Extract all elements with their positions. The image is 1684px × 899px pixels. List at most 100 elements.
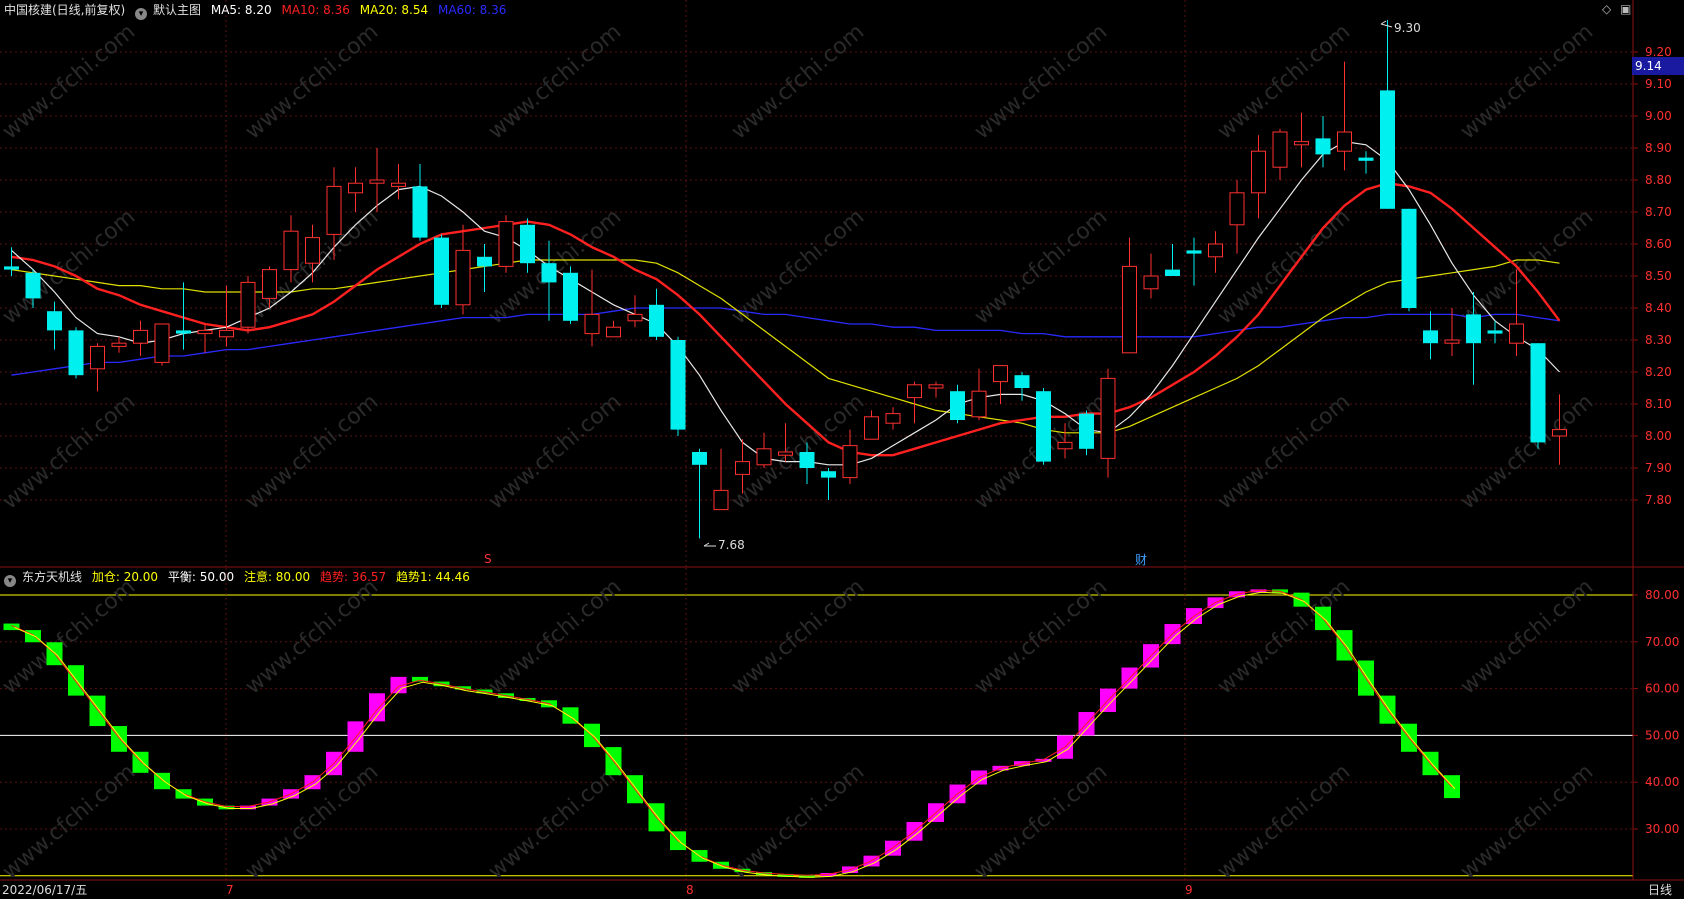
candle[interactable] [1036, 388, 1051, 465]
watermark-text: www.cfchi.com [1213, 759, 1355, 884]
candle[interactable] [197, 324, 213, 353]
candle[interactable] [1337, 61, 1352, 171]
candle[interactable] [348, 167, 363, 212]
candle[interactable] [821, 468, 836, 500]
osc-trend1-line [14, 591, 1456, 878]
osc-attention-value: 注意: 80.00 [243, 570, 311, 584]
candle[interactable] [692, 448, 707, 539]
watermark-text: www.cfchi.com [1456, 759, 1598, 884]
watermark-text: www.cfchi.com [0, 19, 140, 144]
watermark-text: www.cfchi.com [241, 19, 383, 144]
watermark-text: www.cfchi.com [970, 19, 1112, 144]
candle[interactable] [111, 336, 127, 353]
watermark-text: www.cfchi.com [484, 574, 626, 699]
candle[interactable] [1315, 116, 1331, 168]
candle[interactable] [993, 365, 1008, 404]
candle[interactable] [1272, 128, 1288, 180]
watermark-text: www.cfchi.com [970, 204, 1112, 329]
candle[interactable] [455, 224, 471, 315]
candle[interactable] [68, 327, 84, 379]
candle[interactable] [1186, 237, 1202, 286]
ma20-value: MA20: 8.54 [359, 3, 429, 17]
watermark-text: www.cfchi.com [727, 204, 869, 329]
current-price-tag: 9.14 [1632, 57, 1684, 75]
candle[interactable] [434, 234, 449, 308]
watermark-text: www.cfchi.com [970, 759, 1112, 884]
window-icon[interactable]: ▣ [1620, 2, 1631, 16]
candle[interactable] [1358, 151, 1374, 174]
main-chart-header: 中国核建(日线,前复权) ▾ 默认主图 MA5: 8.20 MA10: 8.36 … [4, 0, 512, 20]
watermark-text: www.cfchi.com [241, 389, 383, 514]
price-tick-label: 8.50 [1645, 269, 1672, 283]
dropdown-icon[interactable]: ▾ [135, 8, 148, 20]
candle[interactable] [563, 266, 578, 324]
candle[interactable] [971, 368, 987, 420]
period-label[interactable]: 日线 [1648, 881, 1672, 899]
candle[interactable] [864, 410, 879, 440]
oscillator-series[interactable] [3, 589, 1461, 878]
candle[interactable] [1401, 208, 1417, 312]
watermark-text: www.cfchi.com [727, 19, 869, 144]
candle[interactable] [1079, 410, 1094, 456]
candle[interactable] [1143, 253, 1159, 299]
candle[interactable] [627, 295, 643, 328]
candle[interactable] [133, 320, 148, 356]
price-tick-label: 9.00 [1645, 109, 1672, 123]
osc-tick-label: 70.00 [1645, 635, 1679, 649]
candle[interactable] [498, 215, 514, 273]
watermark-text: www.cfchi.com [484, 389, 626, 514]
candle[interactable] [950, 384, 965, 424]
diamond-icon[interactable]: ◇ [1602, 2, 1611, 16]
price-tick-label: 8.40 [1645, 301, 1672, 315]
candle[interactable] [90, 343, 105, 392]
candle[interactable] [1100, 368, 1116, 478]
candle[interactable] [1122, 237, 1137, 354]
candle[interactable] [928, 381, 944, 398]
candle[interactable] [1530, 343, 1546, 449]
candle[interactable] [240, 276, 256, 334]
watermark-text: www.cfchi.com [1213, 19, 1355, 144]
dropdown-icon[interactable]: ▾ [4, 575, 16, 587]
price-tick-label: 8.10 [1645, 397, 1672, 411]
price-tick-label: 7.90 [1645, 461, 1672, 475]
candle[interactable] [670, 336, 686, 436]
candle[interactable] [885, 407, 901, 430]
ma10-value: MA10: 8.36 [281, 3, 350, 17]
candle[interactable] [649, 288, 664, 340]
watermark-text: www.cfchi.com [1213, 389, 1355, 514]
price-tick-label: 8.00 [1645, 429, 1672, 443]
low-price-label: 7.68 [718, 538, 745, 552]
watermark-text: www.cfchi.com [484, 19, 626, 144]
osc-trend-value: 趋势: 36.57 [319, 570, 387, 584]
finance-marker: 财 [1135, 553, 1147, 567]
candle[interactable] [47, 301, 62, 350]
candle[interactable] [219, 285, 234, 347]
candle[interactable] [1165, 244, 1180, 276]
candle[interactable] [1294, 112, 1309, 168]
candle[interactable] [4, 247, 19, 276]
oscillator-name[interactable]: 东方天机线 [22, 570, 82, 584]
candle[interactable] [1208, 231, 1223, 273]
stock-chart[interactable]: www.cfchi.com www.cfchi.com www.cfchi.com w… [0, 0, 1684, 899]
candle[interactable] [606, 320, 621, 338]
candle[interactable] [756, 432, 772, 468]
candle[interactable] [412, 164, 428, 241]
month-label-9: 9 [1185, 883, 1193, 897]
indicator-name[interactable]: 默认主图 [153, 3, 201, 17]
month-label-7: 7 [226, 883, 234, 897]
candle[interactable] [1251, 135, 1266, 219]
watermark-text: www.cfchi.com [484, 759, 626, 884]
candle[interactable] [154, 323, 170, 366]
candle[interactable] [713, 448, 729, 511]
s-marker: S [484, 552, 492, 566]
candle[interactable] [477, 244, 492, 292]
candle[interactable] [1423, 311, 1438, 360]
candle[interactable] [1229, 180, 1245, 254]
candle[interactable] [520, 218, 535, 273]
oscillator-bar[interactable] [3, 623, 20, 631]
month-label-8: 8 [686, 883, 694, 897]
stock-title: 中国核建(日线,前复权) [4, 3, 126, 17]
candle[interactable] [842, 429, 858, 484]
candle[interactable] [1380, 20, 1395, 209]
watermark-text: www.cfchi.com [241, 574, 383, 699]
